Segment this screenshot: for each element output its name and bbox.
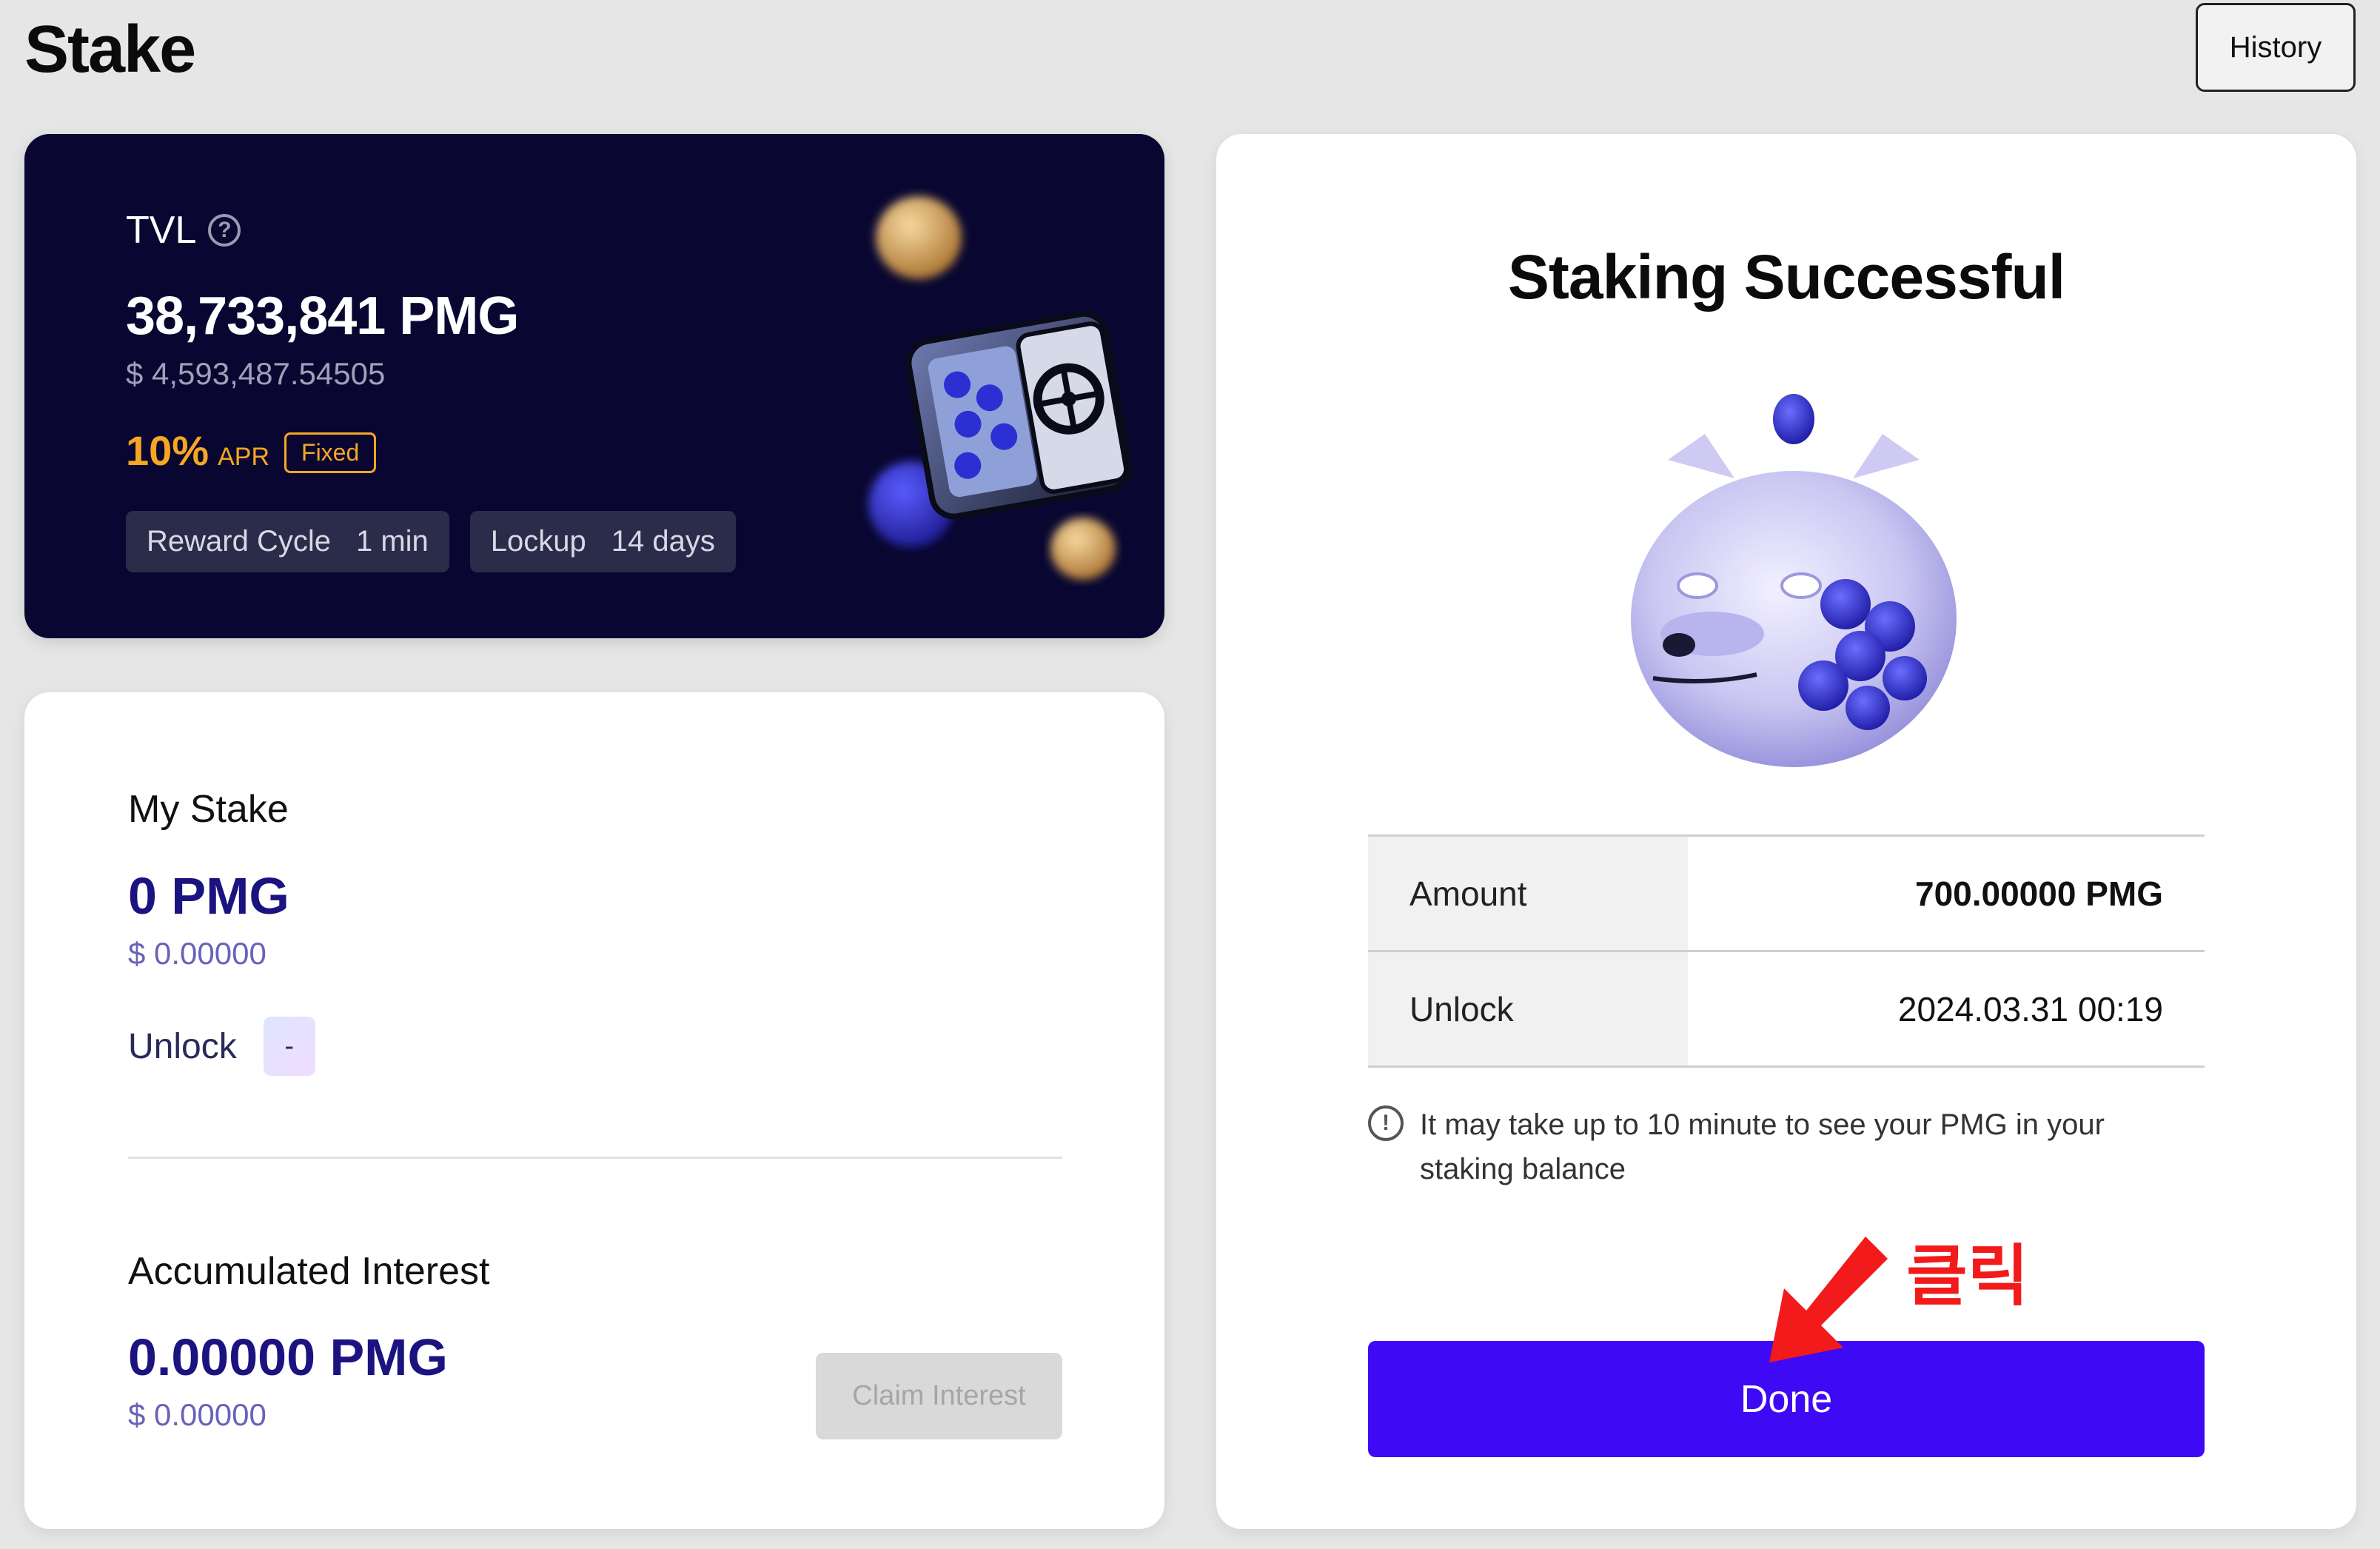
accumulated-interest-value: 0.00000 PMG — [128, 1328, 448, 1386]
info-icon: ! — [1368, 1105, 1404, 1141]
detail-value-unlock: 2024.03.31 00:19 — [1897, 989, 2163, 1028]
unlock-value-pill: - — [263, 1017, 315, 1076]
my-stake-usd: $ 0.00000 — [128, 936, 267, 971]
staking-details-table: Amount 700.00000 PMG Unlock 2024.03.31 0… — [1368, 834, 2205, 1068]
detail-row-unlock: Unlock 2024.03.31 00:19 — [1368, 952, 2205, 1068]
lockup-value: 14 days — [611, 525, 715, 558]
red-arrow-annotation — [1769, 1237, 1888, 1362]
claim-interest-button[interactable]: Claim Interest — [816, 1353, 1062, 1439]
apr-value: 10% — [126, 427, 209, 474]
apr-label: APR — [218, 443, 270, 471]
lockup-chip: Lockup 14 days — [469, 511, 736, 572]
fixed-badge: Fixed — [284, 432, 377, 473]
my-stake-value: 0 PMG — [128, 867, 289, 925]
divider — [128, 1157, 1062, 1159]
stake-page: Stake History TVL ? 38,733,841 PMG $ 4,5… — [0, 0, 2380, 1549]
vault-illustration — [868, 196, 1133, 580]
accumulated-interest-title: Accumulated Interest — [128, 1250, 490, 1293]
notice: ! It may take up to 10 minute to see you… — [1368, 1103, 2205, 1191]
reward-cycle-value: 1 min — [355, 525, 429, 558]
my-stake-title: My Stake — [128, 788, 289, 831]
apr-row: 10% APR Fixed — [126, 426, 377, 478]
notice-text: It may take up to 10 minute to see your … — [1420, 1108, 2105, 1185]
annotation-click-label: 클릭 — [1906, 1237, 2029, 1315]
accumulated-interest-usd: $ 0.00000 — [128, 1397, 267, 1432]
tvl-usd-value: $ 4,593,487.54505 — [126, 356, 386, 391]
detail-value-amount: 700.00000 PMG — [1914, 874, 2163, 913]
unlock-label: Unlock — [128, 1026, 237, 1066]
help-icon[interactable]: ? — [208, 214, 241, 247]
tvl-value: 38,733,841 PMG — [126, 287, 519, 346]
piggy-dog-illustration — [1631, 394, 1957, 767]
detail-row-amount: Amount 700.00000 PMG — [1368, 837, 2205, 952]
reward-cycle-label: Reward Cycle — [147, 525, 331, 558]
success-title: Staking Successful — [1507, 242, 2065, 312]
tvl-card: TVL ? 38,733,841 PMG $ 4,593,487.54505 1… — [24, 134, 1164, 638]
page-title: Stake — [24, 13, 196, 87]
my-stake-card: My Stake 0 PMG $ 0.00000 Unlock - Accumu… — [24, 692, 1164, 1529]
detail-key-amount: Amount — [1368, 837, 1688, 950]
tvl-chips: Reward Cycle 1 min Lockup 14 days — [126, 511, 736, 572]
reward-cycle-chip: Reward Cycle 1 min — [126, 511, 449, 572]
unlock-row: Unlock - — [128, 1017, 315, 1076]
tvl-label-row: TVL ? — [126, 208, 241, 252]
detail-key-unlock: Unlock — [1368, 952, 1688, 1065]
tvl-label: TVL — [126, 209, 197, 252]
history-button[interactable]: History — [2196, 3, 2356, 92]
lockup-label: Lockup — [490, 525, 586, 558]
